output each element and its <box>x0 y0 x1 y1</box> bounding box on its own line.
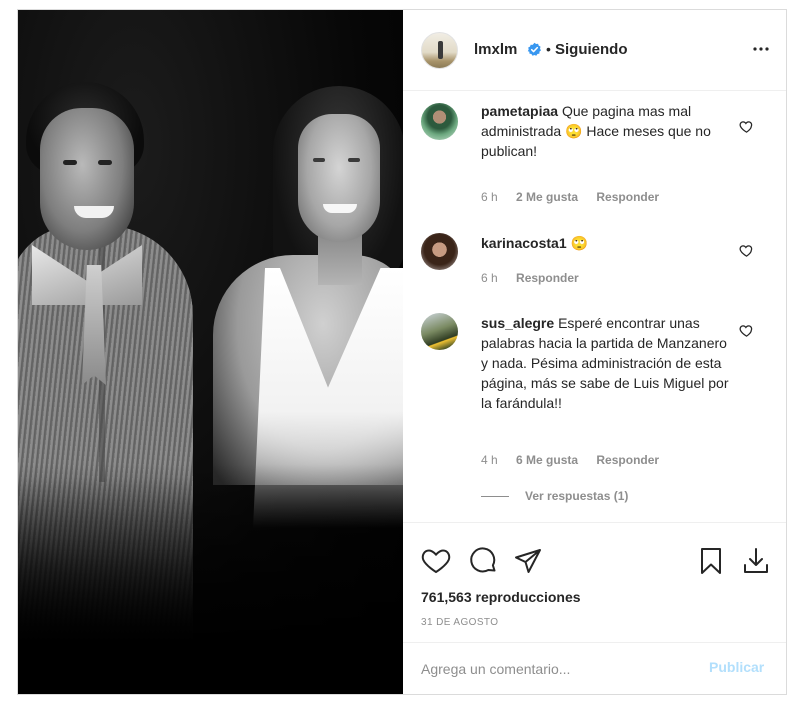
post-header: lmxlm • Siguiendo <box>403 10 786 91</box>
author-username[interactable]: lmxlm <box>474 41 517 58</box>
publish-button[interactable]: Publicar <box>709 659 764 675</box>
heart-icon[interactable] <box>421 546 451 576</box>
comment-meta: 4 h 6 Me gusta Responder <box>481 453 674 467</box>
comment-username[interactable]: karinacosta1 <box>481 235 567 251</box>
view-replies-button[interactable]: Ver respuestas (1) <box>481 489 628 503</box>
commenter-avatar[interactable] <box>421 233 458 270</box>
bookmark-icon[interactable] <box>696 546 726 576</box>
comment-body: karinacosta1 🙄 <box>481 233 731 253</box>
comment-username[interactable]: sus_alegre <box>481 315 554 331</box>
comment-meta: 6 h Responder <box>481 271 594 285</box>
man-eye <box>63 160 77 165</box>
reply-button[interactable]: Responder <box>596 453 659 467</box>
comment-likes[interactable]: 2 Me gusta <box>516 190 578 204</box>
comments-list[interactable]: pametapiaa Que pagina mas mal administra… <box>403 91 786 521</box>
add-comment-input[interactable] <box>421 657 691 681</box>
following-button[interactable]: Siguiendo <box>555 41 628 58</box>
reply-button[interactable]: Responder <box>596 190 659 204</box>
woman-eye <box>313 158 325 162</box>
more-options-icon[interactable] <box>749 37 773 61</box>
author-avatar[interactable] <box>421 32 458 69</box>
woman-face <box>298 114 380 242</box>
comment-icon[interactable] <box>468 546 498 576</box>
share-icon[interactable] <box>513 546 543 576</box>
post-actions: 761,563 reproducciones 31 DE AGOSTO <box>403 522 786 642</box>
man-eye <box>98 160 112 165</box>
comment-composer: Publicar <box>403 642 786 694</box>
comment-body: pametapiaa Que pagina mas mal administra… <box>481 101 731 161</box>
comment-time[interactable]: 6 h <box>481 271 498 285</box>
man-face <box>40 108 134 250</box>
media-bottom-fade <box>18 464 403 694</box>
comment-username[interactable]: pametapiaa <box>481 103 558 119</box>
comment-like-heart-icon[interactable] <box>739 243 754 258</box>
comment-meta: 6 h 2 Me gusta Responder <box>481 190 674 204</box>
comment-like-heart-icon[interactable] <box>739 119 754 134</box>
post-media-video[interactable] <box>18 10 403 694</box>
man-smile <box>74 206 114 218</box>
view-count[interactable]: 761,563 reproducciones <box>421 589 581 605</box>
comment-text: 🙄 <box>570 235 588 251</box>
woman-eye <box>348 158 360 162</box>
reply-button[interactable]: Responder <box>516 271 579 285</box>
header-separator: • <box>546 41 551 57</box>
replies-divider-line <box>481 496 509 498</box>
post-side-panel: lmxlm • Siguiendo pametapiaa Que pagina … <box>403 10 786 694</box>
comment-time[interactable]: 6 h <box>481 190 498 204</box>
comment-time[interactable]: 4 h <box>481 453 498 467</box>
commenter-avatar[interactable] <box>421 313 458 350</box>
comment-like-heart-icon[interactable] <box>739 323 754 338</box>
woman-neck <box>318 235 362 285</box>
comment-body: sus_alegre Esperé encontrar unas palabra… <box>481 313 731 413</box>
instagram-post: lmxlm • Siguiendo pametapiaa Que pagina … <box>17 9 787 695</box>
view-replies-label: Ver respuestas (1) <box>525 489 629 503</box>
woman-smile <box>323 204 357 213</box>
comment-likes[interactable]: 6 Me gusta <box>516 453 578 467</box>
verified-badge-icon <box>527 42 541 56</box>
post-date[interactable]: 31 DE AGOSTO <box>421 617 498 628</box>
commenter-avatar[interactable] <box>421 103 458 140</box>
download-icon[interactable] <box>741 546 771 576</box>
